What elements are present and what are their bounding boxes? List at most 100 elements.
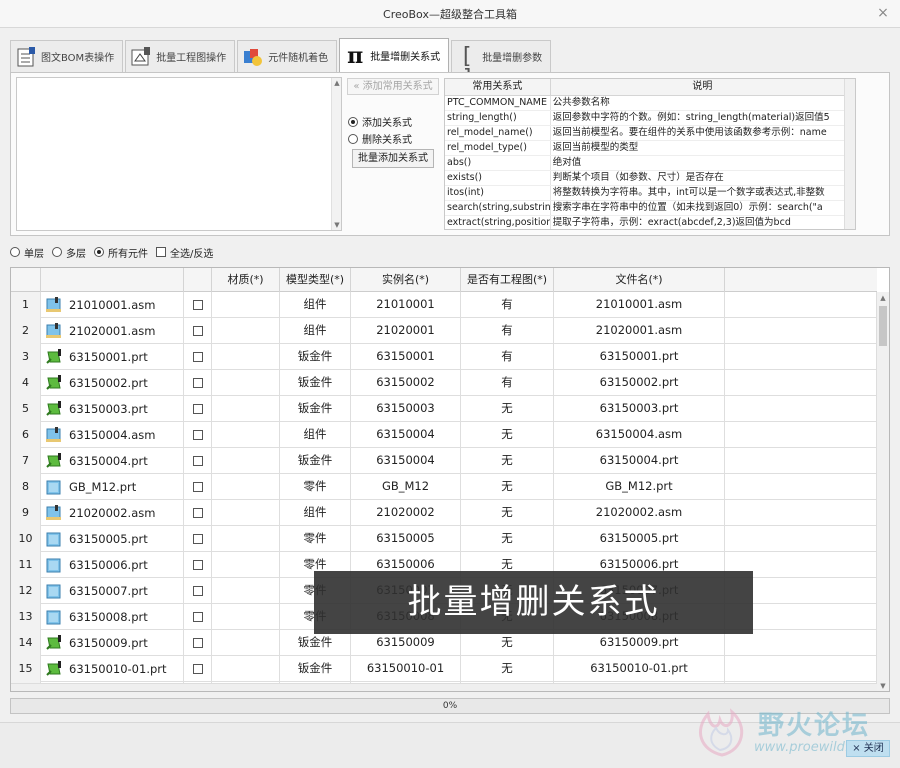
material-cell[interactable]	[212, 344, 280, 370]
model-type-cell[interactable]: 组件	[280, 422, 351, 448]
delete-relation-radio[interactable]	[348, 133, 358, 144]
scroll-down-icon[interactable]: ▼	[877, 680, 889, 691]
material-cell[interactable]	[212, 474, 280, 500]
add-relation-radio[interactable]	[348, 116, 358, 127]
model-type-header[interactable]: 模型类型(*)	[280, 268, 351, 292]
row-select-cell[interactable]	[184, 448, 212, 474]
select-all[interactable]: 全选/反选	[156, 245, 213, 260]
material-cell[interactable]	[212, 604, 280, 630]
relation-row[interactable]: string_length() 返回参数中字符的个数。例如：string_leng…	[445, 111, 855, 126]
table-row[interactable]: 6 63150004.asm 组件 63150004 无 63150004.asm	[11, 422, 877, 448]
model-type-cell[interactable]: 组件	[280, 318, 351, 344]
part-name-cell[interactable]: 63150010-01.prt	[41, 656, 184, 682]
material-cell[interactable]	[212, 422, 280, 448]
instance-name-header[interactable]: 实例名(*)	[351, 268, 461, 292]
material-cell[interactable]	[212, 292, 280, 318]
file-name-header[interactable]: 文件名(*)	[554, 268, 725, 292]
table-row[interactable]: 5 63150003.prt 钣金件 63150003 无 63150003.prt	[11, 396, 877, 422]
material-cell[interactable]	[212, 318, 280, 344]
table-row[interactable]: 15 63150010-01.prt 钣金件 63150010-01 无 63150010…	[11, 656, 877, 682]
row-checkbox[interactable]	[192, 637, 203, 648]
model-type-cell[interactable]: 钣金件	[280, 370, 351, 396]
window-close-icon[interactable]: ×	[874, 4, 892, 22]
part-name-cell[interactable]: 21010001.asm	[41, 292, 184, 318]
part-name-cell[interactable]: 63150005.prt	[41, 526, 184, 552]
file-name-cell[interactable]: 63150004.prt	[554, 448, 725, 474]
instance-name-cell[interactable]: 63150001	[351, 344, 461, 370]
all-parts-radio[interactable]	[94, 247, 104, 257]
table-row[interactable]: 7 63150004.prt 钣金件 63150004 无 63150004.prt	[11, 448, 877, 474]
has-drawing-cell[interactable]: 无	[461, 448, 554, 474]
row-select-cell[interactable]	[184, 344, 212, 370]
row-select-cell[interactable]	[184, 474, 212, 500]
table-row[interactable]: 9 21020002.asm 组件 21020002 无 21020002.asm	[11, 500, 877, 526]
part-name-cell[interactable]: 63150008.prt	[41, 604, 184, 630]
relation-row[interactable]: extract(string,position,length)提取子字符串，示例…	[445, 216, 855, 229]
row-select-cell[interactable]	[184, 578, 212, 604]
material-cell[interactable]	[212, 396, 280, 422]
single-level-radio[interactable]	[10, 247, 20, 257]
row-checkbox[interactable]	[192, 507, 203, 518]
part-name-cell[interactable]: 63150007.prt	[41, 578, 184, 604]
has-drawing-cell[interactable]: 有	[461, 318, 554, 344]
close-button[interactable]: × 关闭	[846, 740, 890, 757]
row-checkbox[interactable]	[192, 663, 203, 674]
instance-name-cell[interactable]: 21020001	[351, 318, 461, 344]
add-common-relation-button[interactable]: « 添加常用关系式	[347, 78, 439, 95]
instance-name-cell[interactable]: 63150002	[351, 370, 461, 396]
multi-level-radio[interactable]	[52, 247, 62, 257]
table-row[interactable]: 4 63150002.prt 钣金件 63150002 有 63150002.prt	[11, 370, 877, 396]
batch-add-relation-button[interactable]: 批量添加关系式	[352, 149, 434, 168]
model-type-cell[interactable]: 组件	[280, 500, 351, 526]
row-checkbox[interactable]	[192, 455, 203, 466]
material-cell[interactable]	[212, 370, 280, 396]
textarea-scrollbar[interactable]: ▲ ▼	[331, 78, 341, 230]
row-select-cell[interactable]	[184, 318, 212, 344]
part-name-cell[interactable]: 63150003.prt	[41, 396, 184, 422]
row-checkbox[interactable]	[192, 611, 203, 622]
relation-row[interactable]: rel_model_type() 返回当前模型的类型	[445, 141, 855, 156]
file-name-cell[interactable]: 21020001.asm	[554, 318, 725, 344]
row-select-cell[interactable]	[184, 630, 212, 656]
row-checkbox[interactable]	[192, 559, 203, 570]
part-name-cell[interactable]: GB_M12.prt	[41, 474, 184, 500]
model-type-cell[interactable]: 零件	[280, 474, 351, 500]
row-select-cell[interactable]	[184, 656, 212, 682]
filter-all[interactable]: 所有元件	[94, 245, 148, 260]
row-checkbox[interactable]	[192, 403, 203, 414]
reftable-scrollbar[interactable]	[844, 79, 855, 229]
scroll-thumb[interactable]	[879, 306, 887, 346]
model-type-cell[interactable]: 钣金件	[280, 448, 351, 474]
relation-row[interactable]: PTC_COMMON_NAME 公共参数名称	[445, 96, 855, 111]
relation-row[interactable]: search(string,substring) 搜索字串在字符串中的位置（如未找…	[445, 201, 855, 216]
has-drawing-cell[interactable]: 无	[461, 656, 554, 682]
filter-multi[interactable]: 多层	[52, 245, 86, 260]
instance-name-cell[interactable]: 63150004	[351, 448, 461, 474]
instance-name-cell[interactable]: 63150004	[351, 422, 461, 448]
row-checkbox[interactable]	[192, 377, 203, 388]
file-name-cell[interactable]: 63150003.prt	[554, 396, 725, 422]
model-type-cell[interactable]: 钣金件	[280, 656, 351, 682]
grid-vertical-scrollbar[interactable]: ▲ ▼	[876, 292, 889, 691]
material-cell[interactable]	[212, 448, 280, 474]
row-select-cell[interactable]	[184, 604, 212, 630]
add-relation-option[interactable]: 添加关系式	[348, 114, 412, 129]
relation-row[interactable]: exists() 判断某个项目（如参数、尺寸）是否存在	[445, 171, 855, 186]
tab-parameters[interactable]: [ ] 批量增删参数	[451, 40, 552, 89]
instance-name-cell[interactable]: GB_M12	[351, 474, 461, 500]
row-checkbox[interactable]	[192, 533, 203, 544]
row-select-cell[interactable]	[184, 552, 212, 578]
table-row[interactable]: 8 GB_M12.prt 零件 GB_M12 无 GB_M12.prt	[11, 474, 877, 500]
table-row[interactable]: 2 21020001.asm 组件 21020001 有 21020001.asm	[11, 318, 877, 344]
has-drawing-cell[interactable]: 无	[461, 474, 554, 500]
row-checkbox[interactable]	[192, 325, 203, 336]
row-checkbox[interactable]	[192, 299, 203, 310]
has-drawing-cell[interactable]: 无	[461, 526, 554, 552]
relation-row[interactable]: itos(int) 将整数转换为字符串。其中，int可以是一个数字或表达式,非整数	[445, 186, 855, 201]
part-name-cell[interactable]: 63150004.prt	[41, 448, 184, 474]
instance-name-cell[interactable]: 63150005	[351, 526, 461, 552]
scroll-up-icon[interactable]: ▲	[332, 78, 342, 88]
part-name-cell[interactable]: 63150001.prt	[41, 344, 184, 370]
instance-name-cell[interactable]: 21010001	[351, 292, 461, 318]
model-type-cell[interactable]: 钣金件	[280, 396, 351, 422]
